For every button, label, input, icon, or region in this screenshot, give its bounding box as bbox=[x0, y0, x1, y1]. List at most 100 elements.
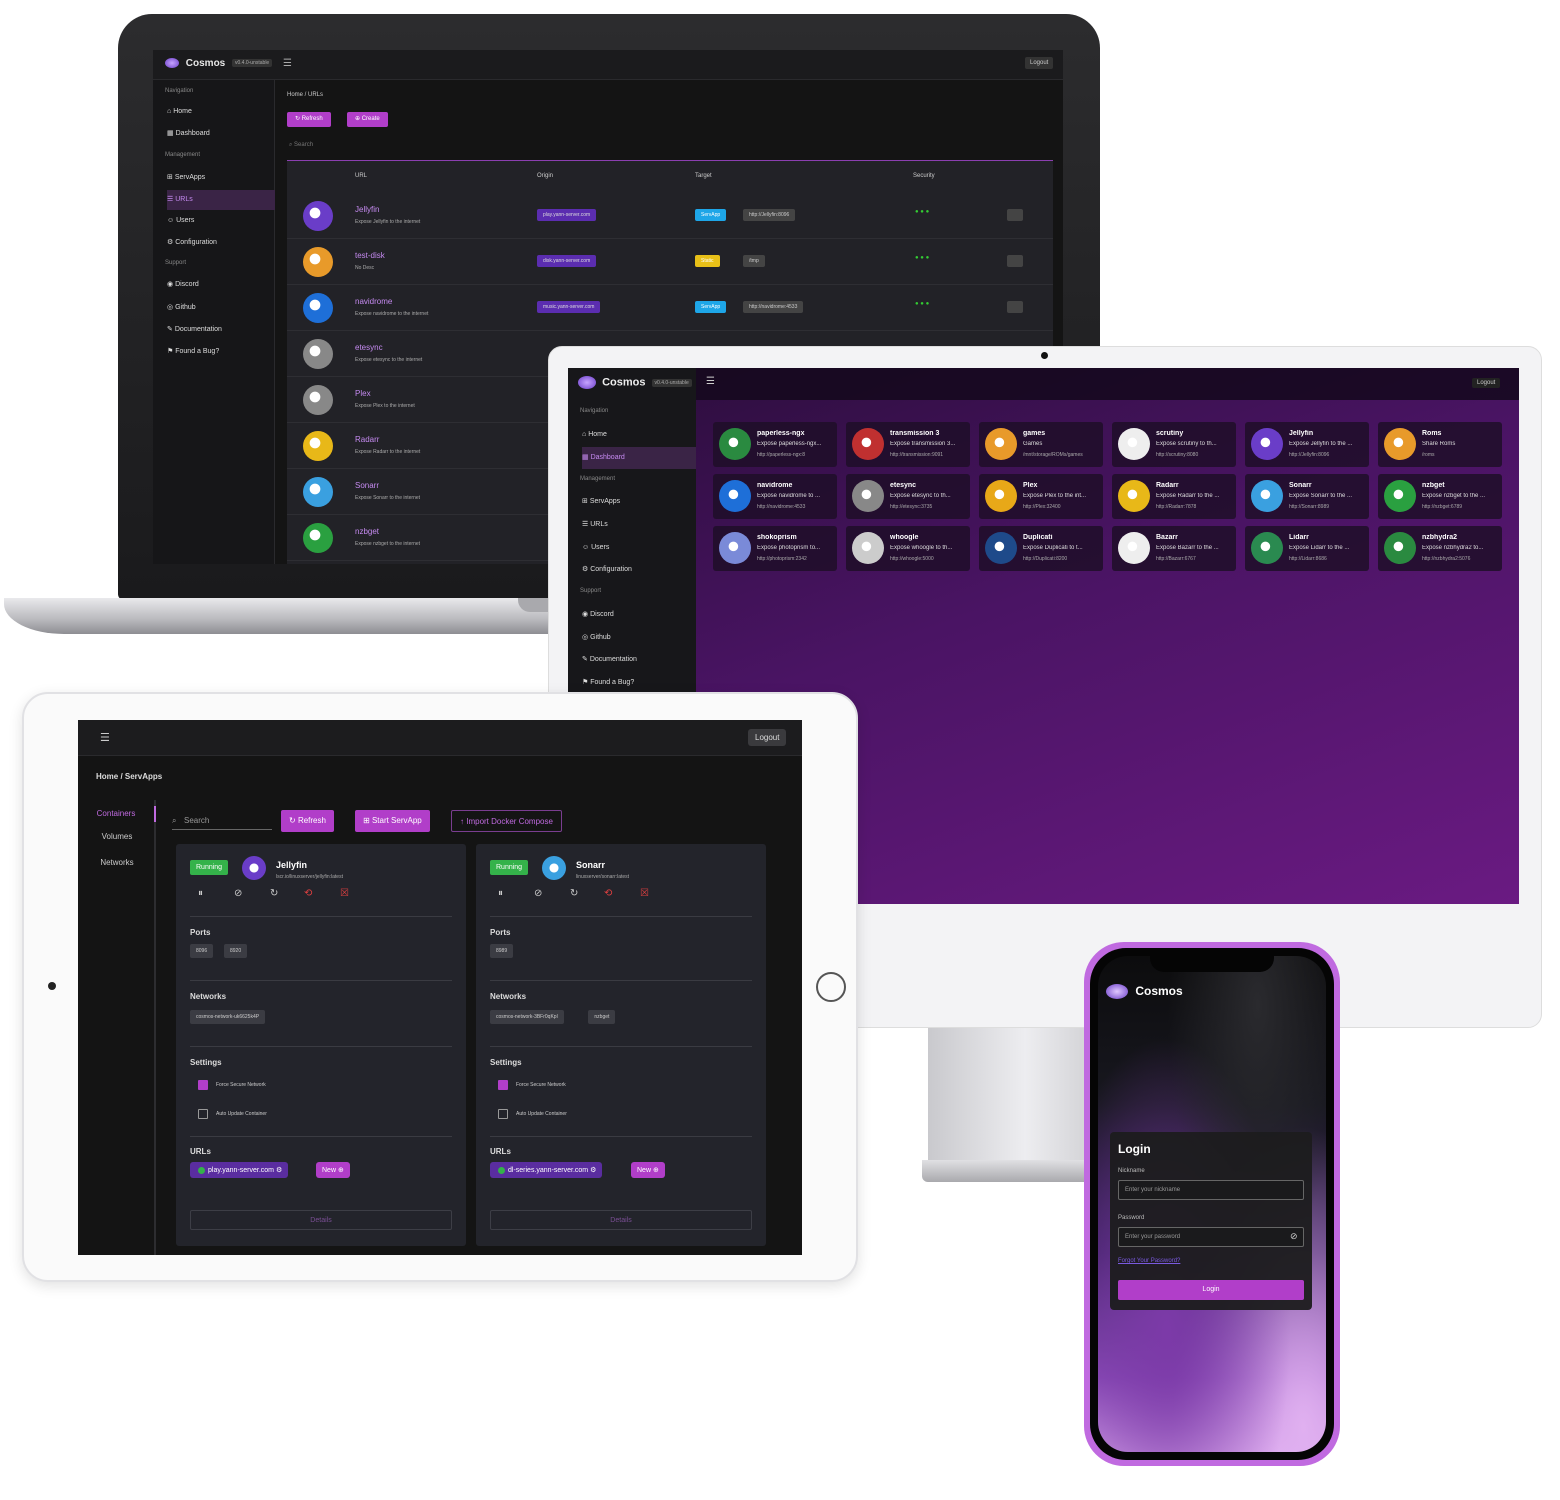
table-row[interactable]: Jellyfin Expose Jellyfin to the internet p… bbox=[287, 193, 1053, 239]
force-secure-network-checkbox[interactable] bbox=[498, 1080, 508, 1090]
logout-button[interactable]: Logout bbox=[1472, 378, 1501, 388]
eye-off-icon[interactable]: ⊘ bbox=[1290, 1231, 1298, 1242]
sidebar-item-github[interactable]: ◎ Github bbox=[582, 627, 696, 649]
hamburger-menu-icon[interactable]: ☰ bbox=[100, 731, 110, 744]
app-tile[interactable]: Bazarr Expose Bazarr to the ... http://Baz… bbox=[1112, 526, 1236, 571]
app-tile[interactable]: Plex Expose Plex to the int... http://Plex… bbox=[979, 474, 1103, 519]
pause-icon[interactable]: ⏸ bbox=[198, 888, 203, 899]
sidebar-item-documentation[interactable]: ✎ Documentation bbox=[167, 320, 275, 340]
create-button[interactable]: ⊕ Create bbox=[347, 112, 388, 127]
app-tile[interactable]: paperless-ngx Expose paperless-ngx... http… bbox=[713, 422, 837, 467]
forgot-password-link[interactable]: Forgot Your Password? bbox=[1118, 1258, 1180, 1264]
row-name[interactable]: Radarr bbox=[355, 435, 379, 444]
app-tile[interactable]: scrutiny Expose scrutiny to th... http://s… bbox=[1112, 422, 1236, 467]
app-tile[interactable]: Radarr Expose Radarr to the ... http://Rad… bbox=[1112, 474, 1236, 519]
stop-icon[interactable]: ⊘ bbox=[234, 888, 242, 899]
app-tile[interactable]: transmission 3 Expose transmission 3... ht… bbox=[846, 422, 970, 467]
import-docker-compose-button[interactable]: ↑ Import Docker Compose bbox=[451, 810, 562, 832]
row-actions-button[interactable] bbox=[1007, 255, 1023, 267]
row-actions-button[interactable] bbox=[1007, 209, 1023, 221]
origin-badge[interactable]: music.yann-server.com bbox=[537, 301, 601, 313]
table-row[interactable]: navidrome Expose navidrome to the interne… bbox=[287, 285, 1053, 331]
restart-icon[interactable]: ↻ bbox=[570, 888, 578, 899]
sidebar-item-configuration[interactable]: ⚙ Configuration bbox=[167, 233, 275, 253]
url-chip[interactable]: dl-series.yann-server.com ⚙ bbox=[490, 1162, 603, 1178]
logout-button[interactable]: Logout bbox=[1025, 57, 1054, 69]
hamburger-menu-icon[interactable]: ☰ bbox=[706, 376, 715, 387]
refresh-button[interactable]: ↻ Refresh bbox=[281, 810, 334, 832]
sidebar-item-configuration[interactable]: ⚙ Configuration bbox=[582, 559, 696, 581]
table-row[interactable]: test-disk No Desc disk.yann-server.com Stat… bbox=[287, 239, 1053, 285]
sidebar-item-github[interactable]: ◎ Github bbox=[167, 298, 275, 318]
sidebar-item-dashboard[interactable]: ▦ Dashboard bbox=[167, 124, 275, 144]
sidebar-item-urls[interactable]: ☰ URLs bbox=[167, 190, 275, 210]
app-tile[interactable]: shokoprism Expose photoprism to... http://… bbox=[713, 526, 837, 571]
network-chip: nzbget bbox=[588, 1010, 616, 1024]
recreate-icon[interactable]: ⟲ bbox=[304, 888, 312, 899]
search-input[interactable]: ⌕ Search bbox=[172, 812, 272, 830]
delete-icon[interactable]: ☒ bbox=[340, 888, 349, 899]
auto-update-container-checkbox[interactable] bbox=[498, 1109, 508, 1119]
row-name[interactable]: etesync bbox=[355, 343, 383, 352]
app-tile[interactable]: Roms Share Roms/roms bbox=[1378, 422, 1502, 467]
origin-badge[interactable]: disk.yann-server.com bbox=[537, 255, 597, 267]
sidebar-item-discord[interactable]: ◉ Discord bbox=[167, 275, 275, 295]
sidebar-item-dashboard[interactable]: ▦ Dashboard bbox=[582, 447, 696, 469]
restart-icon[interactable]: ↻ bbox=[270, 888, 278, 899]
app-tile[interactable]: Duplicati Expose Duplicati to t... http://… bbox=[979, 526, 1103, 571]
pause-icon[interactable]: ⏸ bbox=[498, 888, 503, 899]
login-button[interactable]: Login bbox=[1118, 1280, 1304, 1300]
tab-containers[interactable]: Containers bbox=[78, 806, 156, 822]
stop-icon[interactable]: ⊘ bbox=[534, 888, 542, 899]
row-name[interactable]: Sonarr bbox=[355, 481, 379, 490]
sidebar-item-home[interactable]: ⌂ Home bbox=[167, 102, 275, 122]
app-tile[interactable]: Jellyfin Expose Jellyfin to the ... http:/… bbox=[1245, 422, 1369, 467]
auto-update-container-checkbox[interactable] bbox=[198, 1109, 208, 1119]
refresh-button[interactable]: ↻ Refresh bbox=[287, 112, 331, 127]
hamburger-menu-icon[interactable]: ☰ bbox=[283, 58, 292, 69]
sidebar-item-servapps[interactable]: ⊞ ServApps bbox=[167, 168, 275, 188]
target-badge: http://Jellyfin:8096 bbox=[743, 209, 796, 221]
tab-networks[interactable]: Networks bbox=[78, 858, 156, 867]
details-button[interactable]: Details bbox=[490, 1210, 752, 1230]
details-button[interactable]: Details bbox=[190, 1210, 452, 1230]
sidebar-item-servapps[interactable]: ⊞ ServApps bbox=[582, 491, 696, 513]
sidebar-item-found-a-bug[interactable]: ⚑ Found a Bug? bbox=[167, 342, 275, 362]
app-tile[interactable]: games Games/mnt/storage/ROMs/games bbox=[979, 422, 1103, 467]
row-name[interactable]: Plex bbox=[355, 389, 371, 398]
app-tile[interactable]: Sonarr Expose Sonarr to the ... http://Son… bbox=[1245, 474, 1369, 519]
delete-icon[interactable]: ☒ bbox=[640, 888, 649, 899]
start-servapp-button[interactable]: ⊞ Start ServApp bbox=[355, 810, 430, 832]
force-secure-network-checkbox[interactable] bbox=[198, 1080, 208, 1090]
password-input[interactable]: Enter your password bbox=[1118, 1227, 1304, 1247]
app-tile[interactable]: nzbhydra2 Expose nzbhydra2 to... http://nz… bbox=[1378, 526, 1502, 571]
app-tile[interactable]: navidrome Expose navidrome to ... http://n… bbox=[713, 474, 837, 519]
origin-badge[interactable]: play.yann-server.com bbox=[537, 209, 597, 221]
row-name[interactable]: test-disk bbox=[355, 251, 385, 260]
laptop-logo[interactable]: Cosmos v0.4.0-unstable bbox=[165, 58, 273, 69]
app-tile[interactable]: Lidarr Expose Lidarr to the ... http://Lid… bbox=[1245, 526, 1369, 571]
row-name[interactable]: Jellyfin bbox=[355, 205, 379, 214]
row-name[interactable]: nzbget bbox=[355, 527, 379, 536]
sidebar-item-users[interactable]: ☺ Users bbox=[582, 537, 696, 559]
sidebar-item-documentation[interactable]: ✎ Documentation bbox=[582, 649, 696, 671]
app-tile[interactable]: whoogle Expose whoogle to th... http://who… bbox=[846, 526, 970, 571]
sidebar-item-found-a-bug[interactable]: ⚑ Found a Bug? bbox=[582, 672, 696, 694]
sidebar-item-users[interactable]: ☺ Users bbox=[167, 211, 275, 231]
recreate-icon[interactable]: ⟲ bbox=[604, 888, 612, 899]
sidebar-item-urls[interactable]: ☰ URLs bbox=[582, 514, 696, 536]
row-name[interactable]: navidrome bbox=[355, 297, 392, 306]
sidebar-item-home[interactable]: ⌂ Home bbox=[582, 424, 696, 446]
app-tile[interactable]: nzbget Expose nzbget to the ... http://nzb… bbox=[1378, 474, 1502, 519]
monitor-logo[interactable]: Cosmos v0.4.0-unstable bbox=[578, 376, 692, 389]
row-actions-button[interactable] bbox=[1007, 301, 1023, 313]
new-url-button[interactable]: New ⊕ bbox=[631, 1162, 665, 1178]
tab-volumes[interactable]: Volumes bbox=[78, 832, 156, 841]
logout-button[interactable]: Logout bbox=[748, 729, 787, 746]
nickname-input[interactable]: Enter your nickname bbox=[1118, 1180, 1304, 1200]
tablet-home-button[interactable] bbox=[816, 972, 846, 1002]
search-input[interactable]: ⌕ Search bbox=[289, 142, 313, 149]
app-tile[interactable]: etesync Expose etesync to th... http://ete… bbox=[846, 474, 970, 519]
new-url-button[interactable]: New ⊕ bbox=[316, 1162, 350, 1178]
sidebar-item-discord[interactable]: ◉ Discord bbox=[582, 604, 696, 626]
